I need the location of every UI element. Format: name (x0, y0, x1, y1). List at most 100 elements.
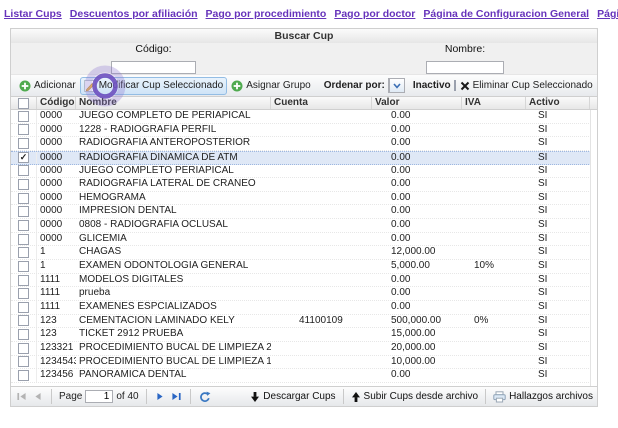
table-row[interactable]: 1111EXAMENES ESPCIALIZADOS0.00SI (11, 301, 597, 315)
grid-header: Código Nombre Cuenta Valor IVA Activo (11, 97, 597, 110)
prev-page-button[interactable] (31, 390, 44, 403)
cell-iva (462, 152, 526, 164)
row-checkbox[interactable] (18, 220, 29, 231)
nav-link-2[interactable]: Pago por procedimiento (206, 8, 327, 20)
nombre-input[interactable] (426, 61, 504, 74)
last-page-button[interactable] (170, 390, 183, 403)
table-row[interactable]: ✓0000RADIOGRAFIA DINAMICA DE ATM0.00SI (11, 151, 597, 165)
row-checkbox[interactable] (18, 370, 29, 381)
cell-cuenta (271, 233, 372, 246)
page-label: Page (59, 391, 82, 402)
cell-iva (462, 110, 526, 123)
row-checkbox-cell (11, 178, 37, 191)
cell-cuenta (271, 301, 372, 314)
subir-cups-label: Subir Cups desde archivo (364, 391, 479, 402)
grid-scrollbar-track[interactable] (590, 110, 597, 386)
table-row[interactable]: 0000JUEGO COMPLETO DE PERIAPICAL0.00SI (11, 110, 597, 124)
table-row[interactable]: 0000HEMOGRAMA0.00SI (11, 192, 597, 206)
row-checkbox[interactable] (18, 329, 29, 340)
row-checkbox[interactable] (18, 138, 29, 149)
hallazgos-archivos-button[interactable]: Hallazgos archivos (493, 391, 593, 403)
cell-iva (462, 124, 526, 137)
table-row[interactable]: 0000IMPRESION DENTAL0.00SI (11, 205, 597, 219)
next-page-button[interactable] (154, 390, 167, 403)
table-row[interactable]: 0000RADIOGRAFIA LATERAL DE CRANEO0.00SI (11, 178, 597, 192)
row-checkbox[interactable] (18, 234, 29, 245)
cell-activo: SI (526, 205, 590, 218)
modificar-button[interactable]: Modificar Cup Seleccionado (80, 77, 228, 95)
cell-nombre: RADIOGRAFIA LATERAL DE CRANEO (76, 178, 271, 191)
row-checkbox-cell (11, 124, 37, 137)
row-checkbox-cell (11, 192, 37, 205)
row-checkbox[interactable] (18, 302, 29, 313)
nav-link-3[interactable]: Pago por doctor (334, 8, 415, 20)
table-row[interactable]: 0000GLICEMIA0.00SI (11, 233, 597, 247)
table-row[interactable]: 1EXAMEN ODONTOLOGIA GENERAL5,000.0010%SI (11, 260, 597, 274)
add-icon (19, 80, 31, 92)
row-checkbox[interactable] (18, 315, 29, 326)
table-row[interactable]: 123321PROCEDIMIENTO BUCAL DE LIMPIEZA 22… (11, 342, 597, 356)
col-header-codigo[interactable]: Código (37, 97, 76, 109)
chevron-down-icon[interactable] (389, 79, 404, 92)
descargar-cups-button[interactable]: Descargar Cups (250, 391, 335, 403)
table-row[interactable]: 00000808 - RADIOGRAFIA OCLUSAL0.00SI (11, 219, 597, 233)
row-checkbox[interactable] (18, 275, 29, 286)
cell-valor: 0.00 (372, 301, 462, 314)
cell-nombre: MODELOS DIGITALES (76, 274, 271, 287)
row-checkbox[interactable]: ✓ (18, 152, 29, 163)
row-checkbox[interactable] (18, 193, 29, 204)
cell-iva (462, 274, 526, 287)
row-checkbox-cell: ✓ (11, 152, 37, 164)
table-row[interactable]: 1111prueba0.00SI (11, 287, 597, 301)
cell-nombre: IMPRESION DENTAL (76, 205, 271, 218)
row-checkbox[interactable] (18, 179, 29, 190)
col-header-nombre[interactable]: Nombre (76, 97, 271, 109)
table-row[interactable]: 123TICKET 2912 PRUEBA15,000.00SI (11, 328, 597, 342)
table-row[interactable]: 00001228 - RADIOGRAFIA PERFIL0.00SI (11, 124, 597, 138)
row-checkbox[interactable] (18, 288, 29, 299)
col-header-valor[interactable]: Valor (372, 97, 462, 109)
row-checkbox-cell (11, 205, 37, 218)
row-checkbox[interactable] (18, 247, 29, 258)
table-row[interactable]: 0000JUEGO COMPLETO PERIAPICAL0.00SI (11, 165, 597, 179)
cell-codigo: 0000 (37, 205, 76, 218)
row-checkbox[interactable] (18, 206, 29, 217)
refresh-button[interactable] (198, 390, 212, 404)
row-checkbox[interactable] (18, 124, 29, 135)
col-header-iva[interactable]: IVA (462, 97, 526, 109)
add-icon (231, 80, 243, 92)
nav-link-0[interactable]: Listar Cups (4, 8, 62, 20)
cell-valor: 15,000.00 (372, 328, 462, 341)
row-checkbox[interactable] (18, 165, 29, 176)
table-row[interactable]: 123456PANORAMICA DENTAL0.00SI (11, 369, 597, 383)
row-checkbox[interactable] (18, 343, 29, 354)
nav-link-1[interactable]: Descuentos por afiliación (70, 8, 198, 20)
col-header-cuenta[interactable]: Cuenta (271, 97, 372, 109)
table-row[interactable]: 1CHAGAS12,000.00SI (11, 246, 597, 260)
nombre-field-group: Nombre: (426, 44, 504, 75)
page-number-input[interactable] (85, 390, 113, 403)
table-row[interactable]: 123CEMENTACION LAMINADO KELY41100109500,… (11, 315, 597, 329)
col-header-activo[interactable]: Activo (526, 97, 590, 109)
cell-activo: SI (526, 301, 590, 314)
codigo-input[interactable] (111, 61, 196, 74)
eliminar-button[interactable]: Eliminar Cup Seleccionado (456, 77, 597, 94)
table-row[interactable]: 1111MODELOS DIGITALES0.00SI (11, 274, 597, 288)
table-row[interactable]: 0000RADIOGRAFIA ANTEROPOSTERIOR0.00SI (11, 137, 597, 151)
row-checkbox[interactable] (18, 261, 29, 272)
row-checkbox[interactable] (18, 111, 29, 122)
asignar-grupo-button[interactable]: Asignar Grupo (227, 77, 314, 95)
ordenar-por-combobox[interactable] (388, 78, 405, 93)
table-row[interactable]: 123454321PROCEDIMIENTO BUCAL DE LIMPIEZA… (11, 356, 597, 370)
cell-nombre: PANORAMICA DENTAL (76, 369, 271, 382)
row-checkbox[interactable] (18, 356, 29, 367)
cell-codigo: 0000 (37, 233, 76, 246)
nav-link-4[interactable]: Página de Configuracion General (423, 8, 589, 20)
select-all-checkbox[interactable] (18, 98, 29, 109)
adicionar-button[interactable]: Adicionar (15, 77, 80, 95)
nav-link-5[interactable]: Página principal (597, 8, 618, 20)
first-page-button[interactable] (15, 390, 28, 403)
top-nav: Listar Cups Descuentos por afiliación Pago… (0, 8, 618, 20)
row-checkbox-cell (11, 260, 37, 273)
subir-cups-button[interactable]: Subir Cups desde archivo (351, 391, 479, 403)
